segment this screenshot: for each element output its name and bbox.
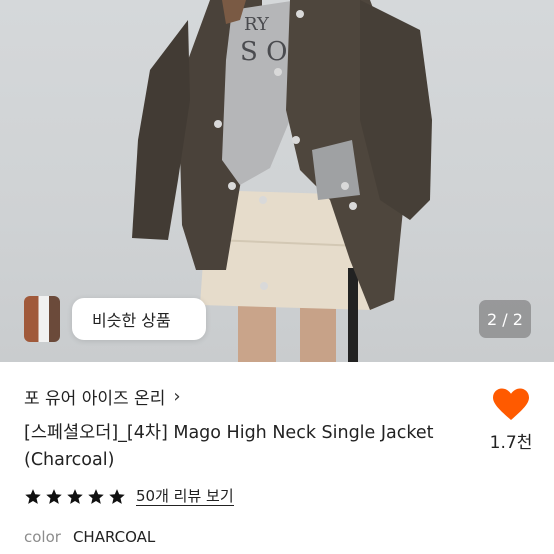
option-key: color [24, 528, 61, 546]
color-option: color CHARCOAL [24, 528, 155, 546]
option-value: CHARCOAL [72, 528, 156, 546]
product-title: [스페셜오더]_[4차] Mago High Neck Single Jacke… [24, 423, 434, 470]
similar-products-button[interactable]: 비슷한 상품 [72, 298, 206, 340]
shop-name-link[interactable]: 포 유어 아이즈 온리 › [24, 384, 181, 409]
chevron-right-icon: › [173, 386, 181, 407]
shop-name: 포 유어 아이즈 온리 [24, 389, 166, 409]
similar-products-chip[interactable]: 비슷한 상품 [24, 296, 206, 342]
similar-products-label: 비슷한 상품 [92, 311, 171, 330]
similar-product-thumbnail[interactable] [24, 296, 60, 342]
page-indicator-text: 2 / 2 [487, 309, 523, 329]
like-button[interactable]: 1.7천 [488, 388, 534, 453]
svg-text:S O: S O [240, 37, 287, 67]
svg-text:RY: RY [244, 14, 270, 35]
star-icon [109, 488, 125, 504]
like-count: 1.7천 [489, 433, 533, 453]
rating-stars [24, 488, 126, 506]
star-icon [67, 488, 83, 504]
review-link[interactable]: 50개 리뷰 보기 [136, 487, 234, 506]
heart-icon [493, 388, 529, 420]
product-image-gallery[interactable]: S O RY 비슷한 상품 2 / 2 [0, 0, 554, 362]
star-icon [46, 488, 62, 504]
rating-row: 50개 리뷰 보기 [24, 487, 234, 506]
image-page-indicator: 2 / 2 [479, 300, 531, 338]
star-icon [25, 488, 41, 504]
star-icon [88, 488, 104, 504]
